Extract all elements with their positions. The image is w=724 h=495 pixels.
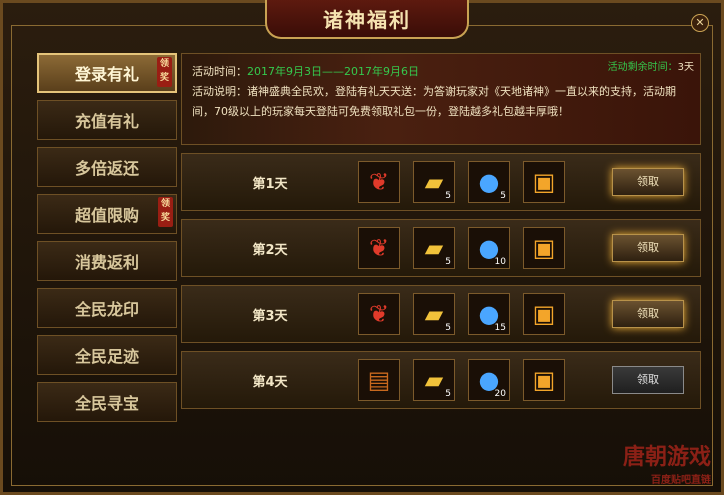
gift-box-icon[interactable]: ▣ [523,161,565,203]
window-title: 诸神福利 [323,7,411,32]
sidebar-item-limited-buy[interactable]: 超值限购 领奖 [37,194,177,234]
remaining-time-label: 活动剩余时间： [607,62,678,73]
activity-description: 活动说明：诸神盛典全民欢，登陆有礼天天送：为答谢玩家对《天地诸神》一直以来的支持… [192,85,676,118]
blue-orb-icon[interactable]: ● 15 [468,293,510,335]
sidebar-item-label: 全民龙印 [74,300,139,319]
item-count: 5 [445,389,451,399]
sidebar-item-footprint[interactable]: 全民足迹 [37,335,177,375]
gift-box-icon[interactable]: ▣ [523,227,565,269]
blue-orb-icon[interactable]: ● 20 [468,359,510,401]
sidebar-item-label: 登录有礼 [74,65,139,84]
sidebar-item-label: 超值限购 [74,206,139,225]
watermark-main: 唐朝游戏 [622,445,711,470]
claim-button[interactable]: 领取 [612,234,684,262]
item-count: 15 [494,323,506,333]
sidebar: 登录有礼 领奖 充值有礼 多倍返还 超值限购 领奖 消费返利 全民龙印 全民足迹… [37,53,177,429]
claim-button-disabled: 领取 [612,366,684,394]
sidebar-item-recharge-gift[interactable]: 充值有礼 [37,100,177,140]
gold-bars-icon[interactable]: ▰ 5 [413,227,455,269]
claim-button[interactable]: 领取 [612,300,684,328]
item-count: 5 [445,323,451,333]
sidebar-item-treasure-hunt[interactable]: 全民寻宝 [37,382,177,422]
reward-row: 第2天 ❦ ▰ 5 ● 10 ▣ 领取 [181,219,701,277]
day-label: 第2天 [252,242,288,258]
remaining-time: 活动剩余时间：3天 [608,58,694,78]
sidebar-item-label: 全民足迹 [74,347,139,366]
remaining-time-value: 3天 [677,62,694,73]
main-panel: 活动时间：2017年9月3日——2017年9月6日 活动剩余时间：3天 活动说明… [181,53,701,409]
claim-badge: 领奖 [158,197,173,227]
mount-icon[interactable]: ❦ [358,161,400,203]
gold-bars-icon[interactable]: ▰ 5 [413,161,455,203]
activity-time-value: 2017年9月3日——2017年9月6日 [247,65,419,78]
sidebar-item-label: 全民寻宝 [74,394,139,413]
claim-button[interactable]: 领取 [612,168,684,196]
mount-icon[interactable]: ❦ [358,227,400,269]
day-label: 第1天 [252,176,288,192]
watermark-sub: 百度贴吧直链 [651,475,711,486]
watermark-logo: 唐朝游戏 百度贴吧直链 [623,439,711,486]
window-frame: 诸神福利 ✕ 登录有礼 领奖 充值有礼 多倍返还 超值限购 领奖 消费返利 全民… [0,0,724,495]
activity-time-label: 活动时间： [192,65,247,78]
item-count: 10 [494,257,506,267]
mount-icon[interactable]: ❦ [358,293,400,335]
gold-bars-icon[interactable]: ▰ 5 [413,293,455,335]
gift-box-icon[interactable]: ▣ [523,293,565,335]
item-count: 5 [445,257,451,267]
day-label: 第3天 [252,308,288,324]
sidebar-item-login-gift[interactable]: 登录有礼 领奖 [37,53,177,93]
reward-row: 第1天 ❦ ▰ 5 ● 5 ▣ 领取 [181,153,701,211]
sidebar-item-multi-return[interactable]: 多倍返还 [37,147,177,187]
item-count: 5 [445,191,451,201]
close-icon[interactable]: ✕ [691,14,709,32]
day-label: 第4天 [252,374,288,390]
gift-box-icon[interactable]: ▣ [523,359,565,401]
item-count: 20 [494,389,506,399]
skill-book-icon[interactable]: ▤ [358,359,400,401]
title-plate: 诸神福利 [265,0,469,39]
sidebar-item-label: 充值有礼 [74,112,139,131]
blue-orb-icon[interactable]: ● 10 [468,227,510,269]
sidebar-item-spend-rebate[interactable]: 消费返利 [37,241,177,281]
item-count: 5 [500,191,506,201]
claim-badge: 领奖 [157,57,172,87]
blue-orb-icon[interactable]: ● 5 [468,161,510,203]
reward-row: 第3天 ❦ ▰ 5 ● 15 ▣ 领取 [181,285,701,343]
sidebar-item-dragon-seal[interactable]: 全民龙印 [37,288,177,328]
sidebar-item-label: 消费返利 [74,253,139,272]
activity-info: 活动时间：2017年9月3日——2017年9月6日 活动剩余时间：3天 活动说明… [181,53,701,145]
reward-row: 第4天 ▤ ▰ 5 ● 20 ▣ 领取 [181,351,701,409]
sidebar-item-label: 多倍返还 [74,159,139,178]
gold-bars-icon[interactable]: ▰ 5 [413,359,455,401]
